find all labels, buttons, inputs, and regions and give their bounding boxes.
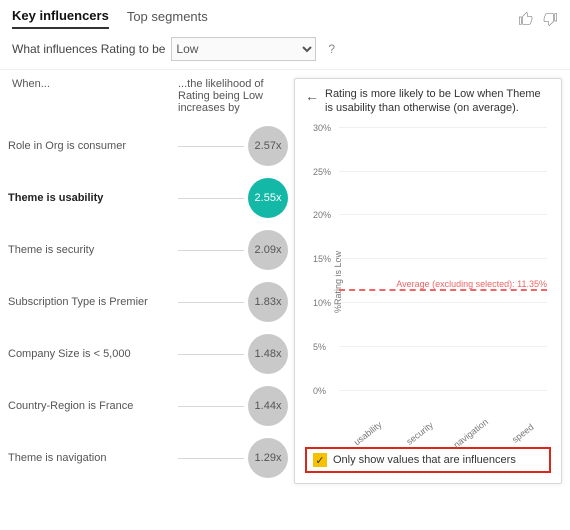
influencer-row[interactable]: Country-Region is France 1.44x (8, 380, 288, 432)
connector-line (178, 146, 244, 147)
checkbox-label: Only show values that are influencers (333, 454, 516, 466)
average-line-label: Average (excluding selected): 11.35% (396, 279, 547, 289)
checkbox-icon: ✓ (313, 453, 327, 467)
multiplier-bubble: 1.48x (248, 334, 288, 374)
multiplier-bubble: 1.44x (248, 386, 288, 426)
influencer-label: Theme is security (8, 244, 178, 256)
influencer-label: Theme is navigation (8, 452, 178, 464)
connector-line (178, 406, 244, 407)
influencer-row[interactable]: Theme is security 2.09x (8, 224, 288, 276)
multiplier-bubble: 1.29x (248, 438, 288, 478)
y-tick-label: 15% (313, 254, 331, 264)
connector-line (178, 250, 244, 251)
multiplier-bubble: 2.55x (248, 178, 288, 218)
influencer-row[interactable]: Company Size is < 5,000 1.48x (8, 328, 288, 380)
tab-key-influencers[interactable]: Key influencers (12, 8, 109, 29)
connector-line (178, 354, 244, 355)
y-tick-label: 25% (313, 167, 331, 177)
x-tick-label: speed (503, 417, 542, 450)
influencer-row[interactable]: Role in Org is consumer 2.57x (8, 120, 288, 172)
y-tick-label: 10% (313, 298, 331, 308)
influencer-label: Country-Region is France (8, 400, 178, 412)
multiplier-bubble: 2.09x (248, 230, 288, 270)
chart-title: Rating is more likely to be Low when The… (325, 87, 551, 116)
x-tick-label: security (400, 417, 439, 450)
influencer-row[interactable]: Theme is usability 2.55x (8, 172, 288, 224)
influencer-label: Company Size is < 5,000 (8, 348, 178, 360)
connector-line (178, 302, 244, 303)
connector-line (178, 458, 244, 459)
only-influencers-checkbox-area[interactable]: ✓ Only show values that are influencers (305, 447, 551, 473)
influencer-row[interactable]: Subscription Type is Premier 1.83x (8, 276, 288, 328)
rating-value-dropdown[interactable]: Low (171, 37, 316, 61)
influencer-label: Theme is usability (8, 192, 178, 204)
multiplier-bubble: 1.83x (248, 282, 288, 322)
column-header-when: When... (8, 78, 178, 114)
connector-line (178, 198, 244, 199)
x-tick-label: usability (348, 417, 387, 450)
x-tick-label: navigation (451, 417, 490, 450)
back-arrow-icon[interactable]: ← (305, 87, 319, 116)
thumbs-up-icon[interactable] (518, 11, 534, 27)
influencer-row[interactable]: Theme is navigation 1.29x (8, 432, 288, 484)
y-tick-label: 20% (313, 210, 331, 220)
y-tick-label: 30% (313, 123, 331, 133)
question-text: What influences Rating to be (12, 42, 165, 56)
help-icon[interactable]: ? (328, 42, 335, 56)
multiplier-bubble: 2.57x (248, 126, 288, 166)
y-tick-label: 0% (313, 386, 326, 396)
influencer-label: Role in Org is consumer (8, 140, 178, 152)
tab-top-segments[interactable]: Top segments (127, 9, 208, 28)
y-tick-label: 5% (313, 342, 326, 352)
thumbs-down-icon[interactable] (542, 11, 558, 27)
column-header-likelihood: ...the likelihood of Rating being Low in… (178, 78, 288, 114)
influencer-label: Subscription Type is Premier (8, 296, 178, 308)
